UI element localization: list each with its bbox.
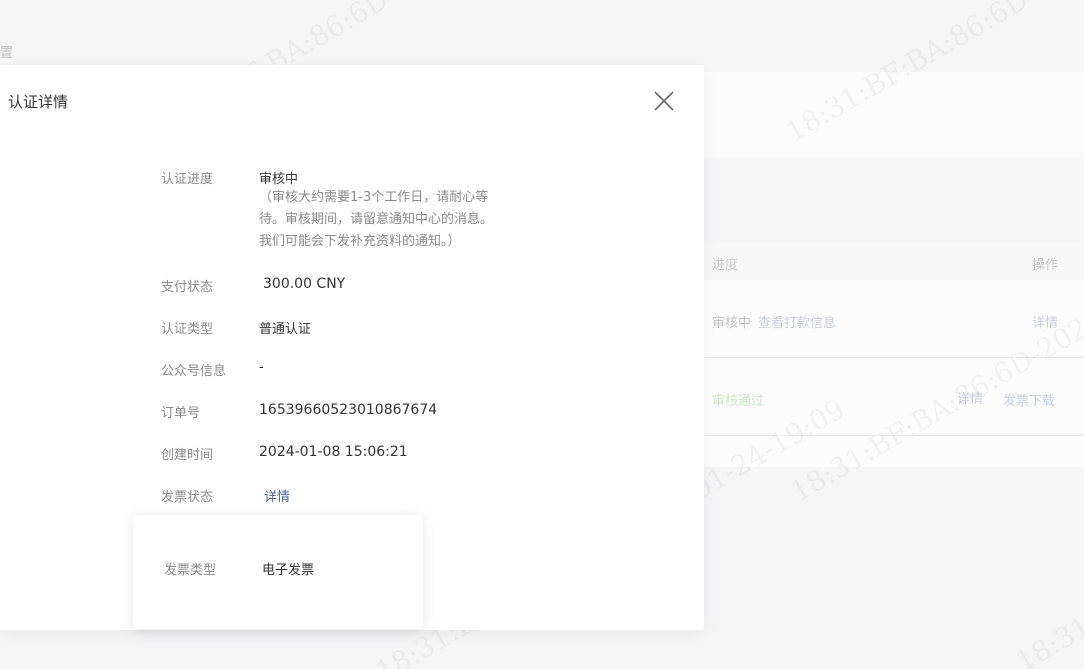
table-row: 审核通过 详情 发票下载	[704, 358, 1084, 436]
close-button[interactable]	[650, 87, 678, 115]
label-payment-status: 支付状态	[161, 280, 214, 295]
invoice-download-link[interactable]: 发票下载	[1003, 390, 1055, 409]
progress-note-line: （审核大约需要1-3个工作日，请耐心等	[259, 190, 489, 205]
progress-note-line: 我们可能会下发补充资料的通知。）	[259, 234, 461, 249]
row-status: 审核中	[712, 316, 752, 331]
invoice-popover: 发票类型 电子发票	[133, 515, 423, 629]
label-official-account: 公众号信息	[161, 364, 227, 379]
row-status-approved: 审核通过	[712, 394, 765, 409]
view-payment-link[interactable]: 查看打款信息	[758, 312, 836, 331]
detail-link[interactable]: 详情	[957, 388, 983, 407]
value-certification-progress: 审核中	[259, 172, 299, 187]
certification-table: 进度 操作 审核中 查看打款信息 详情 审核通过 详情 发票下载	[704, 242, 1084, 467]
table-header: 进度 操作	[704, 242, 1084, 280]
invoice-detail-link[interactable]: 详情	[264, 486, 290, 505]
table-row: 审核中 查看打款信息 详情	[704, 280, 1084, 358]
breadcrumb: 置	[0, 46, 14, 61]
label-certification-type: 认证类型	[161, 322, 214, 337]
value-official-account: -	[259, 360, 264, 375]
value-created-time: 2024-01-08 15:06:21	[259, 444, 408, 460]
progress-note: （审核大约需要1-3个工作日，请耐心等 待。审核期间，请留意通知中心的消息。 我…	[259, 187, 529, 253]
label-certification-progress: 认证进度	[161, 172, 214, 187]
column-header-actions: 操作	[1032, 258, 1059, 273]
column-header-progress: 进度	[712, 258, 739, 273]
value-payment-status: 300.00 CNY	[263, 276, 346, 292]
close-icon	[654, 91, 674, 111]
label-invoice-status: 发票状态	[161, 490, 214, 505]
label-order-number: 订单号	[161, 406, 201, 421]
label-invoice-type: 发票类型	[164, 563, 217, 578]
detail-link[interactable]: 详情	[1032, 312, 1058, 331]
label-created-time: 创建时间	[161, 448, 214, 463]
value-invoice-type: 电子发票	[262, 563, 315, 578]
background-card	[704, 72, 1084, 158]
progress-note-line: 待。审核期间，请留意通知中心的消息。	[259, 212, 494, 227]
value-certification-type: 普通认证	[259, 322, 312, 337]
modal-title: 认证详情	[8, 93, 69, 111]
value-order-number: 16539660523010867674	[259, 402, 438, 418]
